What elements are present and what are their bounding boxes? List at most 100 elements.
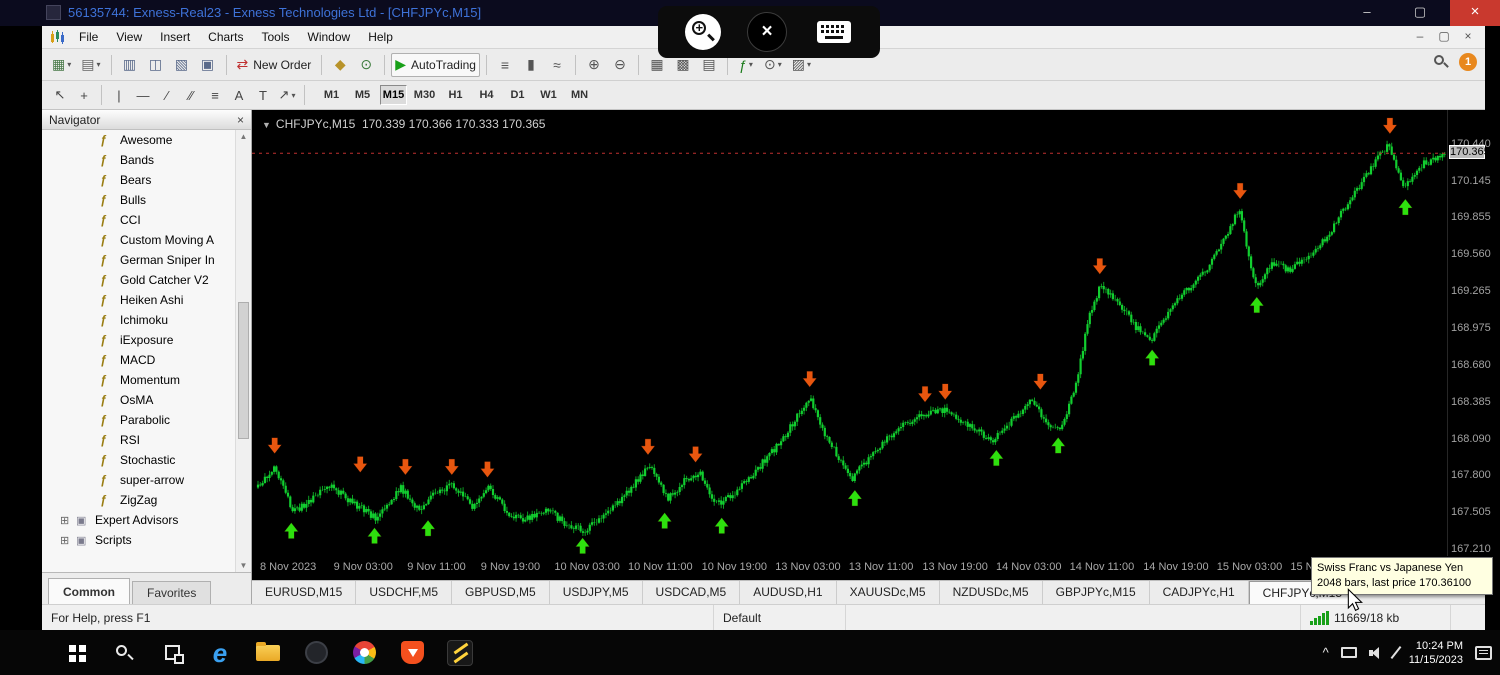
timeframe-m15[interactable]: M15 (380, 85, 407, 105)
scroll-up-icon[interactable]: ▲ (236, 132, 251, 141)
edge-browser-button[interactable]: e (196, 630, 244, 675)
timeframe-w1[interactable]: W1 (535, 85, 562, 105)
text-label-button[interactable]: T (252, 85, 274, 106)
brave-browser-button[interactable] (388, 630, 436, 675)
file-explorer-button[interactable] (244, 630, 292, 675)
navigator-group-scripts[interactable]: ⊞ ▣ Scripts (42, 530, 235, 550)
timeframe-h4[interactable]: H4 (473, 85, 500, 105)
navigator-item-osma[interactable]: ƒ OsMA (42, 390, 235, 410)
menu-help[interactable]: Help (359, 30, 402, 44)
navigator-item-momentum[interactable]: ƒ Momentum (42, 370, 235, 390)
tree-expand-icon[interactable]: ⊞ (60, 534, 72, 547)
maximize-button[interactable]: ▢ (1398, 0, 1442, 26)
equidistant-channel-button[interactable]: ∕∕ (180, 85, 202, 106)
minimize-button[interactable]: – (1345, 0, 1389, 26)
taskbar-clock[interactable]: 10:24 PM 11/15/2023 (1409, 639, 1463, 667)
navigator-item-stochastic[interactable]: ƒ Stochastic (42, 450, 235, 470)
menu-insert[interactable]: Insert (151, 30, 199, 44)
navigator-item-awesome[interactable]: ƒ Awesome (42, 130, 235, 150)
navigator-group-expert-advisors[interactable]: ⊞ ▣ Expert Advisors (42, 510, 235, 530)
navigator-item-iexposure[interactable]: ƒ iExposure (42, 330, 235, 350)
scroll-down-icon[interactable]: ▼ (236, 561, 251, 570)
zoom-in-button[interactable]: ⊕ (582, 53, 606, 77)
navigator-item-zigzag[interactable]: ƒ ZigZag (42, 490, 235, 510)
navigator-toggle-button[interactable]: ▧ (170, 53, 194, 77)
horizontal-line-button[interactable]: — (132, 85, 154, 106)
experts-button[interactable]: ⊙ (354, 53, 378, 77)
status-profile[interactable]: Default (714, 605, 846, 630)
symbol-tab-gbpusd-m5[interactable]: GBPUSD,M5 (452, 580, 550, 605)
timeframe-h1[interactable]: H1 (442, 85, 469, 105)
timeframe-m5[interactable]: M5 (349, 85, 376, 105)
navigator-scrollbar[interactable]: ▲ ▼ (235, 130, 251, 572)
price-axis[interactable]: 170.365 170.440 170.145 169.855 169.560 169.… (1447, 110, 1491, 556)
menu-tools[interactable]: Tools (253, 30, 299, 44)
notification-center-icon[interactable] (1475, 645, 1492, 660)
symbol-tab-usdcad-m5[interactable]: USDCAD,M5 (643, 580, 741, 605)
symbol-tab-gbpjpyc-m15[interactable]: GBPJPYc,M15 (1043, 580, 1150, 605)
price-chart[interactable] (252, 110, 1447, 556)
tree-expand-icon[interactable]: ⊞ (60, 514, 72, 527)
chart-window[interactable]: ▼ CHFJPYc,M15 170.339 170.366 170.333 170… (252, 110, 1447, 556)
chart-candles-button[interactable]: ▮ (519, 53, 543, 77)
new-chart-button[interactable]: ▦ ▾ (48, 53, 75, 77)
arrows-tool-button[interactable]: ↗ ▾ (276, 85, 298, 106)
navigator-item-cci[interactable]: ƒ CCI (42, 210, 235, 230)
navigator-item-rsi[interactable]: ƒ RSI (42, 430, 235, 450)
navigator-item-bulls[interactable]: ƒ Bulls (42, 190, 235, 210)
symbol-tab-xauusdc-m5[interactable]: XAUUSDc,M5 (837, 580, 940, 605)
navigator-item-macd[interactable]: ƒ MACD (42, 350, 235, 370)
timeframe-m30[interactable]: M30 (411, 85, 438, 105)
cursor-button[interactable]: ↖ (49, 85, 71, 106)
symbol-tab-audusd-h1[interactable]: AUDUSD,H1 (740, 580, 837, 605)
start-button[interactable] (52, 630, 100, 675)
chart-bars-button[interactable]: ≡ (493, 53, 517, 77)
time-axis[interactable]: 8 Nov 2023 9 Nov 03:00 9 Nov 11:00 9 Nov 19… (252, 556, 1485, 580)
symbol-tab-cadjpyc-h1[interactable]: CADJPYc,H1 (1150, 580, 1249, 605)
display-icon[interactable] (1340, 647, 1357, 658)
menu-view[interactable]: View (107, 30, 151, 44)
dark-app-button[interactable] (292, 630, 340, 675)
symbol-tab-nzdusdc-m5[interactable]: NZDUSDc,M5 (940, 580, 1043, 605)
navigator-item-ichimoku[interactable]: ƒ Ichimoku (42, 310, 235, 330)
scrollbar-thumb[interactable] (238, 302, 249, 440)
market-watch-button[interactable]: ▥ (118, 53, 142, 77)
child-restore-button[interactable]: ▢ (1437, 29, 1451, 43)
zoom-out-button[interactable]: ⊖ (608, 53, 632, 77)
navigator-item-parabolic[interactable]: ƒ Parabolic (42, 410, 235, 430)
timeframe-m1[interactable]: M1 (318, 85, 345, 105)
volume-icon[interactable] (1368, 646, 1383, 659)
profiles-button[interactable]: ▤ ▾ (77, 53, 104, 77)
navigator-item-gold-catcher-v2[interactable]: ƒ Gold Catcher V2 (42, 270, 235, 290)
chart-line-button[interactable]: ≈ (545, 53, 569, 77)
symbol-tab-eurusd-m15[interactable]: EURUSD,M15 (252, 580, 357, 605)
navigator-tab-favorites[interactable]: Favorites (132, 581, 212, 604)
keyboard-toggle-button[interactable] (814, 18, 854, 46)
trendline-button[interactable]: ∕ (156, 85, 178, 106)
close-button[interactable]: × (1450, 0, 1500, 26)
colorful-app-button[interactable] (340, 630, 388, 675)
recorder-stop-button[interactable]: × (747, 12, 787, 52)
symbol-tab-usdchf-m5[interactable]: USDCHF,M5 (356, 580, 453, 605)
autotrading-button[interactable]: ▶ AutoTrading (391, 52, 480, 77)
text-button[interactable]: A (228, 85, 250, 106)
child-minimize-button[interactable]: – (1413, 29, 1427, 43)
timeframe-mn[interactable]: MN (566, 85, 593, 105)
menu-window[interactable]: Window (299, 30, 360, 44)
metaeditor-button[interactable]: ◆ (328, 53, 352, 77)
timeframe-d1[interactable]: D1 (504, 85, 531, 105)
menu-file[interactable]: File (70, 30, 107, 44)
navigator-item-bears[interactable]: ƒ Bears (42, 170, 235, 190)
notification-badge[interactable]: 1 (1459, 53, 1477, 71)
navigator-item-custom-moving-a[interactable]: ƒ Custom Moving A (42, 230, 235, 250)
navigator-item-bands[interactable]: ƒ Bands (42, 150, 235, 170)
zoom-tool-button[interactable]: + (684, 14, 721, 50)
navigator-close-icon[interactable]: × (237, 113, 244, 127)
child-close-button[interactable]: × (1461, 29, 1475, 43)
task-view-button[interactable] (148, 630, 196, 675)
symbol-tab-usdjpy-m5[interactable]: USDJPY,M5 (550, 580, 643, 605)
pen-icon[interactable] (1390, 645, 1402, 660)
terminal-toggle-button[interactable]: ▣ (196, 53, 220, 77)
mt4-app-button[interactable] (436, 630, 484, 675)
search-icon[interactable] (1433, 54, 1449, 70)
